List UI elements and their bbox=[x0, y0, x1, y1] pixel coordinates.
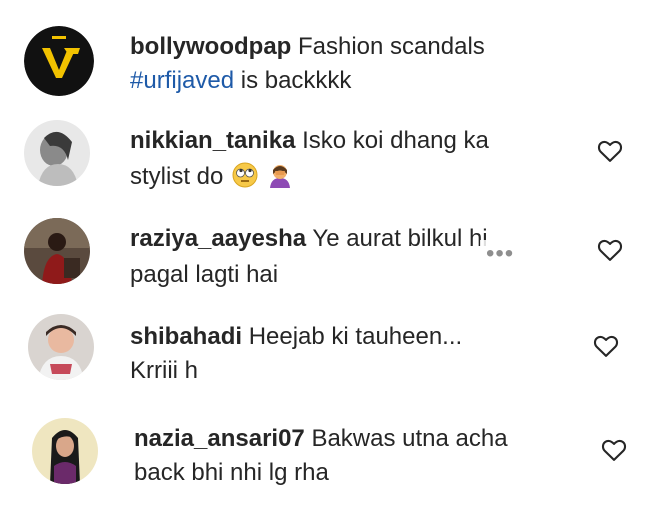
hashtag-link[interactable]: #urfijaved bbox=[130, 67, 234, 94]
comment-4-line-2: back bhi nhi lg rha bbox=[134, 458, 329, 488]
comment-3-username[interactable]: shibahadi bbox=[130, 323, 242, 350]
caption-text-1: Fashion scandals bbox=[291, 33, 485, 60]
comment-2-username[interactable]: raziya_aayesha bbox=[130, 225, 306, 252]
avatar-nazia-ansari07[interactable] bbox=[32, 418, 98, 484]
comment-2-text-2: pagal lagti hai bbox=[130, 261, 279, 288]
comment-2-line-2: pagal lagti hai bbox=[130, 260, 278, 290]
like-comment-4-heart-icon[interactable] bbox=[600, 436, 628, 464]
comment-4-text-1: Bakwas utna acha bbox=[304, 425, 508, 452]
comment-4-username[interactable]: nazia_ansari07 bbox=[134, 425, 305, 452]
bollywoodpap-logo-icon bbox=[24, 26, 94, 96]
profile-photo-icon bbox=[28, 314, 94, 380]
comment-1-text-2: stylist do bbox=[130, 163, 224, 190]
more-options-icon[interactable]: ••• bbox=[480, 240, 521, 268]
avatar-raziya-aayesha[interactable] bbox=[24, 218, 90, 284]
avatar-nikkian-tanika[interactable] bbox=[24, 120, 90, 186]
caption-line-1: bollywoodpap Fashion scandals bbox=[130, 32, 485, 62]
profile-photo-icon bbox=[24, 120, 90, 186]
comment-3-line-1: shibahadi Heejab ki tauheen... bbox=[130, 322, 462, 352]
comment-3-text-2: Krriii h bbox=[130, 357, 199, 384]
comment-2-line-1: raziya_aayesha Ye aurat bilkul hi bbox=[130, 224, 488, 254]
comment-1-line-1: nikkian_tanika Isko koi dhang ka bbox=[130, 126, 489, 156]
caption-username[interactable]: bollywoodpap bbox=[130, 33, 291, 60]
profile-photo-icon bbox=[32, 418, 98, 484]
like-comment-3-heart-icon[interactable] bbox=[592, 332, 620, 360]
comment-1-text-1: Isko koi dhang ka bbox=[295, 127, 489, 154]
caption-text-2: is backkkk bbox=[234, 67, 352, 94]
comment-3-text-1: Heejab ki tauheen... bbox=[242, 323, 463, 350]
like-comment-1-heart-icon[interactable] bbox=[596, 137, 624, 165]
profile-photo-icon bbox=[24, 218, 90, 284]
comment-1-line-2: stylist do bbox=[130, 162, 293, 192]
comment-2-text-1: Ye aurat bilkul hi bbox=[306, 225, 488, 252]
person-facepalming-emoji bbox=[267, 162, 293, 188]
comment-1-username[interactable]: nikkian_tanika bbox=[130, 127, 295, 154]
face-with-rolling-eyes-emoji bbox=[232, 162, 258, 188]
comment-4-line-1: nazia_ansari07 Bakwas utna acha bbox=[134, 424, 508, 454]
avatar-shibahadi[interactable] bbox=[28, 314, 94, 380]
caption-line-2: #urfijaved is backkkk bbox=[130, 66, 351, 96]
avatar-bollywoodpap[interactable] bbox=[24, 26, 94, 96]
comment-3-line-2: Krriii h bbox=[130, 356, 198, 386]
like-comment-2-heart-icon[interactable] bbox=[596, 236, 624, 264]
comment-4-text-2: back bhi nhi lg rha bbox=[134, 459, 329, 486]
